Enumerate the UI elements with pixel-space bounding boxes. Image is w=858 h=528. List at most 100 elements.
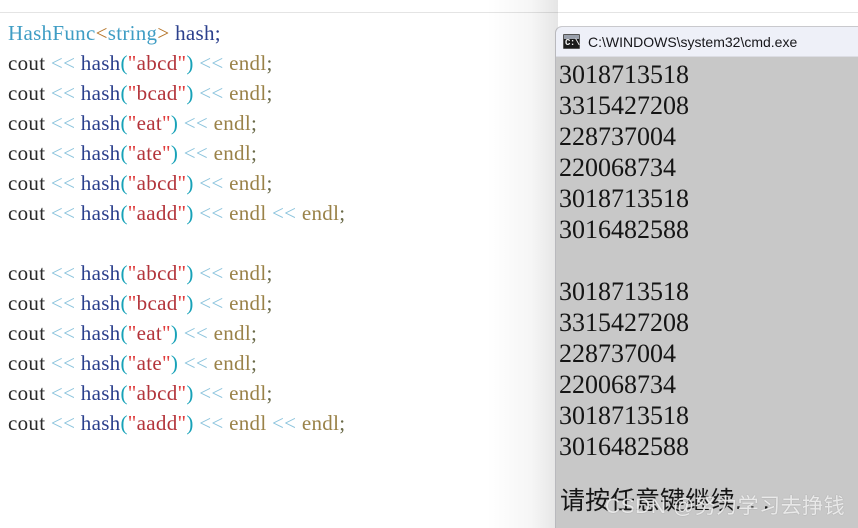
code-token: ate — [136, 351, 163, 375]
code-token: " — [162, 111, 171, 135]
code-token: << — [272, 411, 297, 435]
code-token: cout — [8, 411, 46, 435]
code-token: << — [199, 291, 224, 315]
code-line[interactable]: cout << hash("abcd") << endl; — [8, 48, 548, 78]
code-token: bcad — [136, 291, 178, 315]
code-token: bcad — [136, 81, 178, 105]
code-token: << — [50, 291, 76, 315]
code-line[interactable]: cout << hash("ate") << endl; — [8, 138, 548, 168]
code-token: ; — [339, 201, 346, 225]
code-token: ( — [120, 111, 128, 135]
code-line[interactable]: cout << hash("abcd") << endl; — [8, 168, 548, 198]
code-token: endl — [229, 381, 267, 405]
code-token: << — [50, 141, 76, 165]
code-token: << — [199, 51, 224, 75]
code-token: << — [199, 411, 224, 435]
code-token: ; — [266, 81, 273, 105]
code-token: " — [162, 351, 171, 375]
code-token: ) — [186, 171, 194, 195]
console-output-line: 3018713518 — [559, 60, 689, 89]
code-token: << — [50, 321, 76, 345]
code-token: endl — [229, 201, 267, 225]
code-line[interactable]: cout << hash("eat") << endl; — [8, 318, 548, 348]
code-token: ( — [120, 171, 128, 195]
code-token: endl — [229, 261, 267, 285]
code-token: ) — [186, 411, 194, 435]
console-output-line: 3016482588 — [559, 215, 689, 244]
code-token: < — [95, 21, 108, 45]
console-title-bar[interactable]: C:\. C:\WINDOWS\system32\cmd.exe — [556, 27, 858, 57]
code-line[interactable]: cout << hash("aadd") << endl << endl; — [8, 198, 548, 228]
code-token: hash — [80, 321, 121, 345]
code-token: << — [199, 171, 224, 195]
code-line[interactable]: cout << hash("aadd") << endl << endl; — [8, 408, 548, 438]
code-token: endl — [229, 51, 267, 75]
code-token: " — [127, 261, 137, 285]
code-token: aadd — [136, 201, 178, 225]
console-output-line: 3018713518 — [559, 184, 689, 213]
code-token: " — [127, 51, 137, 75]
code-token: ( — [120, 321, 128, 345]
console-output-line: 3018713518 — [559, 277, 689, 306]
code-token: << — [199, 261, 224, 285]
code-token: ) — [186, 291, 194, 315]
console-output-line: 220068734 — [559, 370, 676, 399]
code-token: ( — [120, 291, 128, 315]
code-token: abcd — [136, 381, 178, 405]
code-token: " — [127, 291, 137, 315]
code-token: cout — [8, 291, 46, 315]
code-token: abcd — [136, 51, 178, 75]
console-output-line: 3315427208 — [559, 91, 689, 120]
code-token: aadd — [136, 411, 178, 435]
console-output-line: 3018713518 — [559, 401, 689, 430]
code-line[interactable]: cout << hash("abcd") << endl; — [8, 258, 548, 288]
code-token: " — [127, 81, 137, 105]
console-output-line: 228737004 — [559, 122, 676, 151]
code-line[interactable]: cout << hash("bcad") << endl; — [8, 288, 548, 318]
code-token: endl — [213, 321, 251, 345]
code-token: endl — [213, 141, 251, 165]
code-listing[interactable]: HashFunc<string> hash; cout << hash("abcd… — [8, 18, 548, 438]
code-token: hash — [80, 51, 121, 75]
code-token: << — [183, 111, 209, 135]
code-token: ; — [251, 321, 258, 345]
console-prompt-text: 请按任意键继续. . . — [560, 487, 770, 515]
code-token: " — [127, 411, 137, 435]
code-token: ; — [339, 411, 346, 435]
code-token: endl — [229, 171, 267, 195]
code-token: ) — [186, 201, 194, 225]
console-output-area[interactable]: 3018713518 3315427208 228737004 220068734 30… — [556, 57, 858, 528]
code-token: eat — [136, 321, 163, 345]
code-token: cout — [8, 381, 46, 405]
code-token: ( — [120, 201, 128, 225]
code-token: cout — [8, 171, 46, 195]
code-token: " — [162, 141, 171, 165]
code-token: << — [183, 321, 209, 345]
code-token: cout — [8, 321, 46, 345]
code-token: HashFunc — [8, 21, 96, 45]
code-token: << — [50, 201, 76, 225]
code-token: hash — [80, 201, 121, 225]
code-line[interactable]: HashFunc<string> hash; — [8, 18, 548, 48]
code-token: ; — [214, 21, 221, 45]
code-line[interactable]: cout << hash("bcad") << endl; — [8, 78, 548, 108]
code-token: hash — [80, 111, 121, 135]
code-line[interactable]: cout << hash("eat") << endl; — [8, 108, 548, 138]
code-token: " — [127, 111, 137, 135]
code-line[interactable] — [8, 228, 548, 258]
code-token: endl — [229, 411, 267, 435]
code-token: ) — [186, 261, 194, 285]
code-token: " — [127, 201, 137, 225]
code-line[interactable]: cout << hash("ate") << endl; — [8, 348, 548, 378]
code-token: ; — [251, 111, 258, 135]
code-token: cout — [8, 111, 46, 135]
code-line[interactable]: cout << hash("abcd") << endl; — [8, 378, 548, 408]
code-token: ) — [186, 81, 194, 105]
code-token: hash — [80, 261, 121, 285]
code-token: << — [183, 351, 209, 375]
code-token: " — [127, 321, 137, 345]
screenshot-root: HashFunc<string> hash; cout << hash("abcd… — [0, 0, 858, 528]
code-token: eat — [136, 111, 163, 135]
code-token: endl — [213, 351, 251, 375]
cmd-console-window[interactable]: C:\. C:\WINDOWS\system32\cmd.exe 3018713… — [555, 26, 858, 528]
